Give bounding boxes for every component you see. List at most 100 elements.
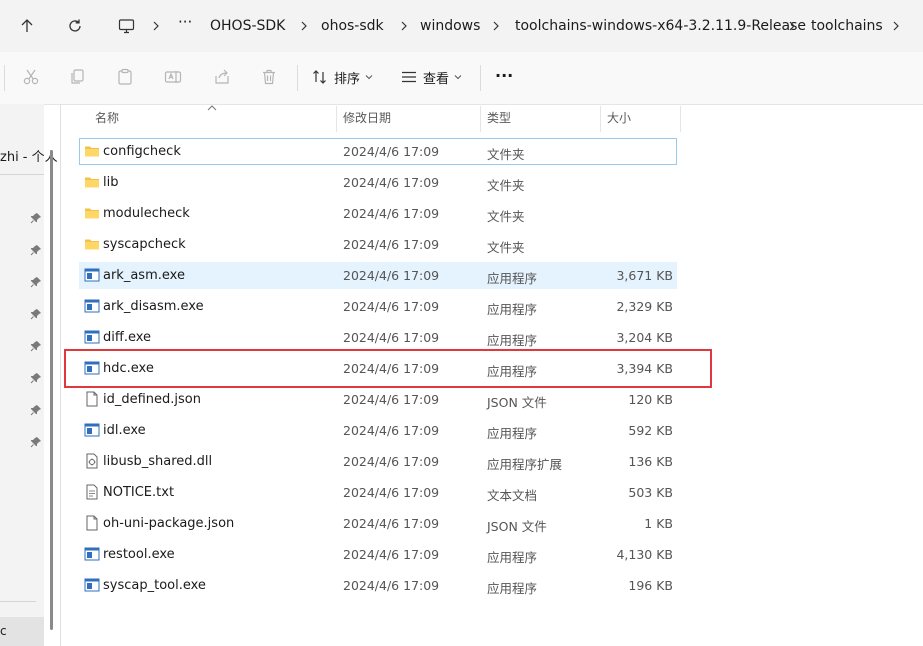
command-bar: 排序 查看 ···: [0, 52, 923, 105]
column-header-modified[interactable]: 修改日期: [343, 110, 391, 132]
column-header-name[interactable]: 名称: [95, 110, 119, 132]
file-row[interactable]: idl.exe 2024/4/6 17:09 应用程序 592 KB: [79, 417, 677, 444]
toolbar-divider: [297, 65, 298, 91]
paste-button[interactable]: [114, 66, 136, 88]
paste-icon: [118, 68, 132, 85]
file-row[interactable]: syscap_tool.exe 2024/4/6 17:09 应用程序 196 KB: [79, 572, 677, 599]
file-row[interactable]: lib 2024/4/6 17:09 文件夹: [79, 169, 677, 196]
document-icon: [84, 515, 100, 531]
file-name: configcheck: [103, 144, 181, 159]
delete-button[interactable]: [258, 66, 280, 88]
cut-button[interactable]: [20, 66, 42, 88]
up-arrow-icon: [21, 19, 33, 32]
file-row[interactable]: diff.exe 2024/4/6 17:09 应用程序 3,204 KB: [79, 324, 677, 351]
nav-item-selected[interactable]: c: [0, 617, 44, 646]
share-button[interactable]: [211, 66, 233, 88]
breadcrumb-separator[interactable]: [398, 16, 410, 36]
file-type: 应用程序: [487, 550, 538, 565]
file-type: 应用程序: [487, 302, 538, 317]
sort-ascending-icon: [207, 105, 217, 111]
column-header-size[interactable]: 大小: [607, 110, 631, 132]
pin-icon[interactable]: [30, 305, 42, 320]
file-row[interactable]: libusb_shared.dll 2024/4/6 17:09 应用程序扩展 136…: [79, 448, 677, 475]
file-size: 136 KB: [628, 454, 673, 469]
file-modified: 2024/4/6 17:09: [343, 144, 440, 159]
pin-icon[interactable]: [30, 401, 42, 416]
breadcrumb-item[interactable]: OHOS-SDK: [210, 17, 285, 35]
up-arrow-button[interactable]: [13, 12, 41, 40]
breadcrumb-item[interactable]: toolchains-windows-x64-3.2.11.9-Release: [515, 17, 806, 35]
rename-button[interactable]: [162, 66, 184, 88]
breadcrumb-item[interactable]: toolchains: [811, 17, 883, 35]
breadcrumb-overflow[interactable]: ···: [178, 13, 192, 31]
pin-icon[interactable]: [30, 369, 42, 384]
column-divider[interactable]: [336, 106, 337, 132]
pin-icon[interactable]: [30, 241, 42, 256]
file-type: 文件夹: [487, 147, 525, 162]
folder-icon: [84, 205, 100, 221]
sort-icon: [313, 70, 326, 84]
file-modified: 2024/4/6 17:09: [343, 268, 440, 283]
file-row[interactable]: restool.exe 2024/4/6 17:09 应用程序 4,130 KB: [79, 541, 677, 568]
file-size: 592 KB: [628, 423, 673, 438]
sort-menu-button[interactable]: 排序: [312, 66, 373, 88]
file-size: 1 KB: [644, 516, 673, 531]
nav-divider: [0, 601, 36, 602]
folder-icon: [84, 174, 100, 190]
breadcrumb-separator[interactable]: [150, 16, 162, 36]
highlight-annotation: [64, 349, 712, 388]
exe-icon: [84, 298, 100, 314]
file-row[interactable]: ark_disasm.exe 2024/4/6 17:09 应用程序 2,329 KB: [79, 293, 677, 320]
file-row[interactable]: syscapcheck 2024/4/6 17:09 文件夹: [79, 231, 677, 258]
pin-icon[interactable]: [30, 209, 42, 224]
file-size: 503 KB: [628, 485, 673, 500]
pin-icon[interactable]: [30, 273, 42, 288]
trash-icon: [263, 69, 275, 85]
nav-scrollbar[interactable]: [50, 150, 53, 630]
more-options-button[interactable]: ···: [495, 64, 513, 86]
folder-icon: [84, 236, 100, 252]
view-list-icon: [402, 71, 416, 83]
breadcrumb-separator[interactable]: [786, 16, 798, 36]
file-row[interactable]: NOTICE.txt 2024/4/6 17:09 文本文档 503 KB: [79, 479, 677, 506]
pin-icon[interactable]: [30, 337, 42, 352]
chevron-right-icon: [893, 21, 899, 31]
breadcrumb-separator[interactable]: [298, 16, 310, 36]
file-name: syscap_tool.exe: [103, 578, 206, 593]
copy-icon: [71, 69, 84, 84]
file-row[interactable]: ark_asm.exe 2024/4/6 17:09 应用程序 3,671 KB: [79, 262, 677, 289]
quick-access-header[interactable]: zhi - 个人: [0, 146, 58, 165]
file-modified: 2024/4/6 17:09: [343, 237, 440, 252]
toolbar-divider: [480, 65, 481, 91]
file-name: idl.exe: [103, 423, 146, 438]
exe-icon: [84, 329, 100, 345]
breadcrumb-separator[interactable]: [890, 16, 902, 36]
breadcrumb-separator[interactable]: [490, 16, 502, 36]
file-modified: 2024/4/6 17:09: [343, 578, 440, 593]
column-header-type[interactable]: 类型: [487, 110, 511, 132]
file-row[interactable]: modulecheck 2024/4/6 17:09 文件夹: [79, 200, 677, 227]
file-row[interactable]: id_defined.json 2024/4/6 17:09 JSON 文件 120 …: [79, 386, 677, 413]
file-row[interactable]: configcheck 2024/4/6 17:09 文件夹: [79, 138, 677, 165]
column-divider[interactable]: [480, 106, 481, 132]
exe-icon: [84, 422, 100, 438]
column-divider[interactable]: [600, 106, 601, 132]
text-file-icon: [84, 484, 100, 500]
file-row[interactable]: oh-uni-package.json 2024/4/6 17:09 JSON 文件…: [79, 510, 677, 537]
refresh-button[interactable]: [61, 12, 89, 40]
pin-icon[interactable]: [30, 433, 42, 448]
file-modified: 2024/4/6 17:09: [343, 516, 440, 531]
file-type: 应用程序: [487, 271, 538, 286]
folder-icon: [84, 143, 100, 159]
this-pc-button[interactable]: [112, 12, 140, 40]
breadcrumb-item[interactable]: windows: [420, 17, 480, 35]
copy-button[interactable]: [66, 66, 88, 88]
exe-icon: [84, 546, 100, 562]
pane-splitter[interactable]: [60, 104, 61, 646]
breadcrumb-item[interactable]: ohos-sdk: [321, 17, 384, 35]
file-size: 120 KB: [628, 392, 673, 407]
view-menu-button[interactable]: 查看: [401, 66, 462, 88]
file-type: 文本文档: [487, 488, 538, 503]
file-modified: 2024/4/6 17:09: [343, 423, 440, 438]
column-divider[interactable]: [680, 106, 681, 132]
